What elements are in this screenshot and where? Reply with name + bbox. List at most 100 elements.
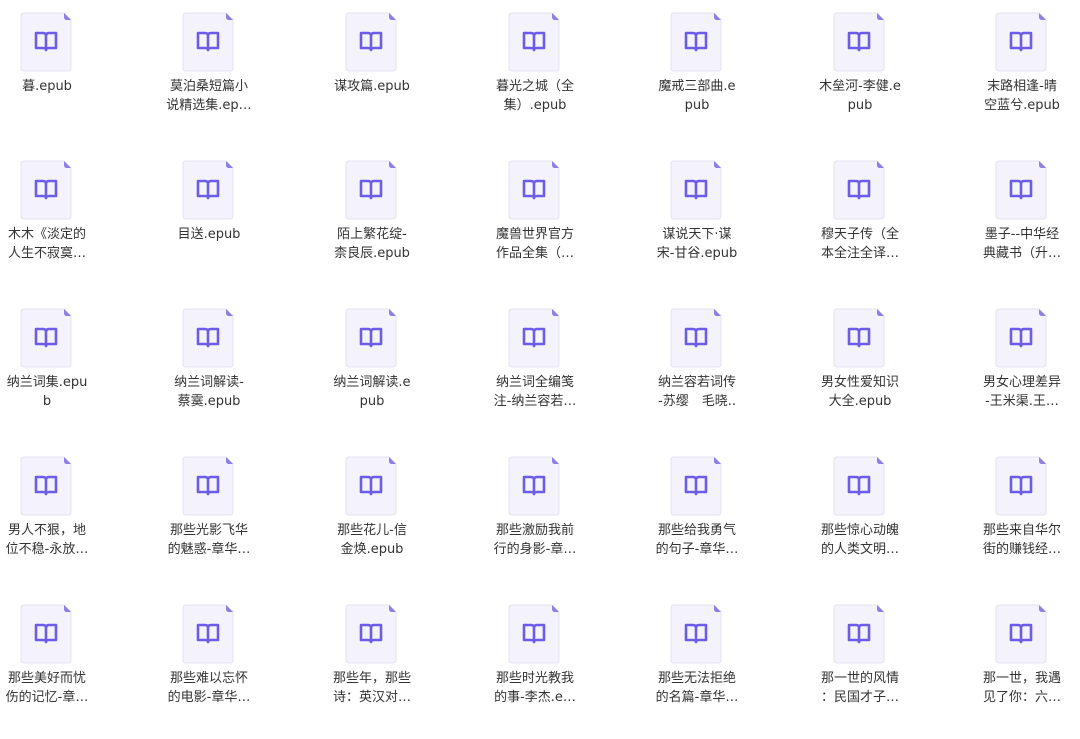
epub-file-icon [345, 160, 397, 220]
epub-file-icon [20, 604, 72, 664]
epub-file-icon [345, 160, 397, 220]
epub-file-icon [995, 308, 1047, 368]
epub-file-icon [345, 456, 397, 516]
epub-file-icon [20, 160, 72, 220]
file-name-label: 那些难以忘怀 的电影-章华… [167, 671, 251, 705]
file-item[interactable]: 莫泊桑短篇小 说精选集.ep… [139, 0, 279, 130]
file-item[interactable]: 那些惊心动魄 的人类文明… [790, 444, 930, 574]
file-item[interactable]: 那些花儿-信 金焕.epub [302, 444, 442, 574]
file-item[interactable]: 男人不狠，地 位不稳-永放… [0, 444, 117, 574]
epub-file-icon [670, 308, 722, 368]
file-item[interactable]: 那些美好而忧 伤的记忆-章… [0, 592, 117, 722]
epub-file-icon [995, 160, 1047, 220]
file-item[interactable]: 男女性爱知识 大全.epub [790, 296, 930, 426]
file-grid: 暮.epub 莫泊桑短篇小 说精选集.ep… 谋攻篇.epub 暮光之城（全 集）.e… [0, 0, 1080, 739]
epub-file-icon [182, 12, 234, 72]
file-item[interactable]: 那些来自华尔 街的赚钱经… [952, 444, 1080, 574]
file-item[interactable]: 谋攻篇.epub [302, 0, 442, 130]
file-item[interactable]: 纳兰词全编笺 注-纳兰容若… [465, 296, 605, 426]
file-item[interactable]: 那些难以忘怀 的电影-章华… [139, 592, 279, 722]
epub-file-icon [670, 604, 722, 664]
epub-file-icon [995, 12, 1047, 72]
epub-file-icon [345, 604, 397, 664]
epub-file-icon [20, 456, 72, 516]
epub-file-icon [995, 160, 1047, 220]
file-item[interactable]: 陌上繁花绽- 柰良辰.epub [302, 148, 442, 278]
file-name-label: 暮.epub [22, 79, 72, 94]
file-item[interactable]: 那些时光教我 的事-李杰.e… [465, 592, 605, 722]
epub-file-icon [670, 308, 722, 368]
file-name-label: 那些美好而忧 伤的记忆-章… [5, 671, 89, 705]
epub-file-icon [345, 604, 397, 664]
file-name-label: 目送.epub [177, 227, 241, 242]
epub-file-icon [508, 456, 560, 516]
epub-file-icon [182, 456, 234, 516]
file-item[interactable]: 末路相逢-晴 空蓝兮.epub [952, 0, 1080, 130]
file-item[interactable]: 纳兰词集.epu b [0, 296, 117, 426]
file-name-label: 纳兰词全编笺 注-纳兰容若… [493, 375, 577, 409]
file-name-label: 那一世，我遇 见了你：六… [982, 671, 1061, 705]
epub-file-icon [20, 308, 72, 368]
epub-file-icon [670, 456, 722, 516]
file-item[interactable]: 那些光影飞华 的魅惑-章华… [139, 444, 279, 574]
epub-file-icon [508, 308, 560, 368]
file-item[interactable]: 木木《淡定的 人生不寂寞… [0, 148, 117, 278]
file-name-label: 男女心理差异 -王米渠.王… [982, 375, 1061, 409]
file-name-label: 谋说天下·谋 宋-甘谷.epub [656, 227, 738, 261]
epub-file-icon [182, 604, 234, 664]
file-item[interactable]: 那一世，我遇 见了你：六… [952, 592, 1080, 722]
file-name-label: 穆天子传（全 本全注全译… [820, 227, 899, 261]
file-name-label: 陌上繁花绽- 柰良辰.epub [334, 227, 410, 261]
epub-file-icon [833, 308, 885, 368]
file-item[interactable]: 纳兰容若词传 -苏缨 毛晓.. [627, 296, 767, 426]
file-item[interactable]: 那些无法拒绝 的名篇-章华… [627, 592, 767, 722]
file-item[interactable]: 那一世的风情 ：民国才子… [790, 592, 930, 722]
file-item[interactable]: 纳兰词解读- 蔡霙.epub [139, 296, 279, 426]
file-name-label: 魔兽世界官方 作品全集（… [495, 227, 574, 261]
file-name-label: 末路相逢-晴 空蓝兮.epub [984, 79, 1060, 113]
file-name-label: 纳兰词集.epu b [6, 375, 88, 409]
epub-file-icon [995, 308, 1047, 368]
epub-file-icon [182, 456, 234, 516]
file-item[interactable]: 魔戒三部曲.e pub [627, 0, 767, 130]
epub-file-icon [20, 12, 72, 72]
epub-file-icon [508, 160, 560, 220]
epub-file-icon [182, 160, 234, 220]
file-item[interactable]: 木垒河-李健.e pub [790, 0, 930, 130]
file-item[interactable]: 男女心理差异 -王米渠.王… [952, 296, 1080, 426]
file-name-label: 那一世的风情 ：民国才子… [820, 671, 899, 705]
epub-file-icon [670, 604, 722, 664]
epub-file-icon [345, 308, 397, 368]
file-item[interactable]: 那些激励我前 行的身影-章… [465, 444, 605, 574]
file-item[interactable]: 墨子--中华经 典藏书（升… [952, 148, 1080, 278]
file-item[interactable]: 谋说天下·谋 宋-甘谷.epub [627, 148, 767, 278]
file-item[interactable]: 暮.epub [0, 0, 117, 130]
file-item[interactable]: 纳兰词解读.e pub [302, 296, 442, 426]
file-item[interactable]: 暮光之城（全 集）.epub [465, 0, 605, 130]
epub-file-icon [995, 456, 1047, 516]
epub-file-icon [833, 456, 885, 516]
file-name-label: 谋攻篇.epub [334, 79, 410, 94]
epub-file-icon [833, 160, 885, 220]
epub-file-icon [345, 12, 397, 72]
epub-file-icon [508, 12, 560, 72]
file-name-label: 那些惊心动魄 的人类文明… [820, 523, 899, 557]
epub-file-icon [182, 308, 234, 368]
file-item[interactable]: 魔兽世界官方 作品全集（… [465, 148, 605, 278]
epub-file-icon [670, 160, 722, 220]
epub-file-icon [833, 604, 885, 664]
epub-file-icon [995, 456, 1047, 516]
file-name-label: 墨子--中华经 典藏书（升… [982, 227, 1061, 261]
file-name-label: 那些激励我前 行的身影-章… [493, 523, 577, 557]
epub-file-icon [182, 12, 234, 72]
file-item[interactable]: 穆天子传（全 本全注全译… [790, 148, 930, 278]
file-item[interactable]: 那些年，那些 诗：英汉对… [302, 592, 442, 722]
file-item[interactable]: 目送.epub [139, 148, 279, 278]
file-name-label: 木垒河-李健.e pub [819, 79, 901, 113]
file-item[interactable]: 那些给我勇气 的句子-章华… [627, 444, 767, 574]
file-name-label: 暮光之城（全 集）.epub [495, 79, 574, 113]
epub-file-icon [833, 604, 885, 664]
epub-file-icon [20, 12, 72, 72]
epub-file-icon [670, 160, 722, 220]
file-name-label: 纳兰词解读.e pub [333, 375, 411, 409]
